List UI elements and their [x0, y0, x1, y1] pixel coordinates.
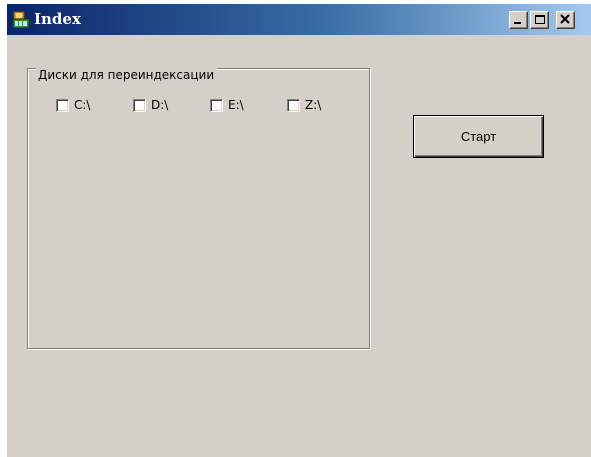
checkbox-label: E:\: [228, 98, 244, 112]
drive-checkbox-z[interactable]: Z:\: [287, 97, 321, 113]
window-title: Index: [34, 10, 81, 28]
app-icon: [12, 11, 30, 29]
checkbox-box[interactable]: [133, 98, 146, 112]
start-button[interactable]: Старт: [413, 115, 544, 158]
drives-group-label: Диски для переиндексации: [36, 68, 218, 82]
checkbox-label: D:\: [151, 98, 169, 112]
minimize-icon: [514, 22, 521, 24]
checkbox-label: Z:\: [305, 98, 322, 112]
checkbox-box[interactable]: [56, 98, 69, 112]
app-window: Index Диски для переиндексации C:\ D:\ E…: [6, 3, 591, 457]
close-icon: [560, 14, 570, 24]
close-button[interactable]: [556, 11, 575, 29]
drive-checkbox-c[interactable]: C:\: [56, 97, 90, 113]
checkbox-label: C:\: [74, 98, 91, 112]
title-bar[interactable]: Index: [7, 4, 591, 35]
checkbox-box[interactable]: [287, 98, 300, 112]
maximize-icon: [535, 15, 545, 24]
minimize-button[interactable]: [509, 11, 528, 29]
drive-checkbox-d[interactable]: D:\: [133, 97, 168, 113]
maximize-button[interactable]: [530, 11, 549, 29]
drive-checkbox-e[interactable]: E:\: [210, 97, 244, 113]
checkbox-box[interactable]: [210, 98, 223, 112]
